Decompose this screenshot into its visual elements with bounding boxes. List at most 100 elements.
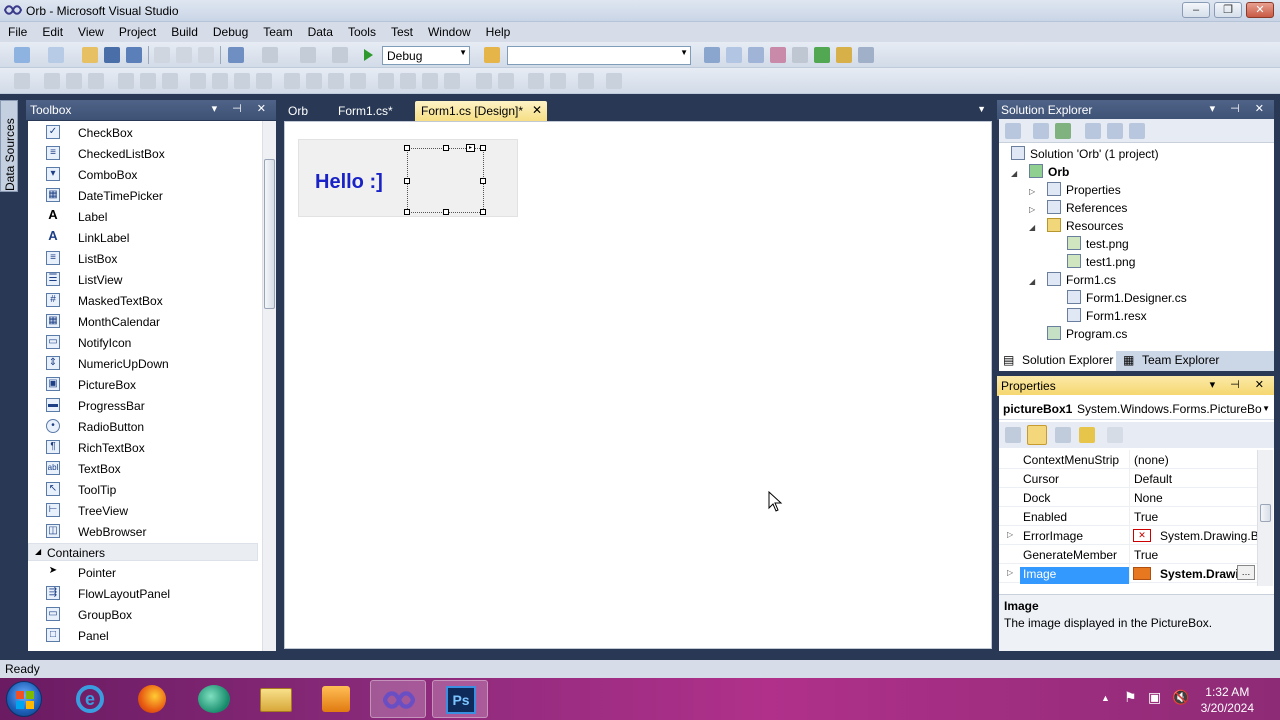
volume-muted-icon[interactable]: 🔇 — [1172, 689, 1189, 706]
tab-form1-design[interactable]: Form1.cs [Design]* ✕ — [415, 101, 547, 121]
menu-window[interactable]: Window — [420, 22, 478, 39]
increase-horizontal-spacing-icon[interactable] — [306, 73, 322, 89]
properties-scroll-thumb[interactable] — [1260, 504, 1271, 522]
show-all-files-icon[interactable] — [1033, 123, 1049, 139]
menu-help[interactable]: Help — [478, 22, 518, 39]
collapse-triangle-icon[interactable]: ▷ — [1029, 205, 1035, 214]
center-horizontally-icon[interactable] — [476, 73, 492, 89]
tools-icon[interactable] — [792, 47, 808, 63]
prop-row-enabled[interactable]: Enabled True — [999, 507, 1257, 526]
decrease-horizontal-spacing-icon[interactable] — [328, 73, 344, 89]
toolbox-scrollbar[interactable] — [262, 121, 276, 651]
tree-project-orb[interactable]: Orb — [1029, 164, 1069, 182]
show-hidden-icons-icon[interactable]: ▲ — [1101, 693, 1110, 703]
remove-vertical-spacing-icon[interactable] — [444, 73, 460, 89]
categorized-icon[interactable] — [1005, 427, 1021, 443]
toolbox-item-webbrowser[interactable]: ◫ WebBrowser — [28, 521, 262, 542]
resize-handle[interactable] — [480, 209, 486, 215]
taskbar-firefox[interactable] — [124, 680, 180, 718]
prop-row-image[interactable]: ▷ Image System.Drawi … — [999, 564, 1257, 584]
resize-handle[interactable] — [404, 209, 410, 215]
toolbox-item-richtextbox[interactable]: ¶ RichTextBox — [28, 437, 262, 458]
tab-form1-cs[interactable]: Form1.cs* — [332, 101, 399, 121]
navigate-back-icon[interactable] — [300, 47, 316, 63]
toolbox-item-picturebox[interactable]: ▣ PictureBox — [28, 374, 262, 395]
menu-team[interactable]: Team — [255, 22, 299, 39]
toolbox-item-datetimepicker[interactable]: ▦ DateTimePicker — [28, 185, 262, 206]
prop-row-dock[interactable]: Dock None — [999, 488, 1257, 507]
bring-to-front-icon[interactable] — [528, 73, 544, 89]
expand-triangle-icon[interactable]: ◢ — [1029, 277, 1035, 286]
taskbar-internet-explorer[interactable]: e — [62, 680, 118, 718]
object-selector[interactable]: pictureBox1 System.Windows.Forms.Picture… — [999, 398, 1274, 420]
copy-icon[interactable] — [176, 47, 192, 63]
taskbar-chat-app[interactable] — [186, 680, 242, 718]
toolbox-item-checkbox[interactable]: ✓ CheckBox — [28, 122, 262, 143]
menu-debug[interactable]: Debug — [205, 22, 255, 39]
taskbar-visual-studio[interactable] — [370, 680, 426, 718]
toolbox-item-listbox[interactable]: ≡ ListBox — [28, 248, 262, 269]
tab-list-dropdown-icon[interactable]: ▼ — [977, 104, 986, 114]
solution-configuration-select[interactable]: Debug ▼ — [382, 46, 470, 65]
save-icon[interactable] — [104, 47, 120, 63]
toolbox-item-checkedlistbox[interactable]: ≡ CheckedListBox — [28, 143, 262, 164]
view-code-icon[interactable] — [1085, 123, 1101, 139]
navigate-forward-icon[interactable] — [332, 47, 348, 63]
menu-edit[interactable]: Edit — [34, 22, 70, 39]
picturebox-control[interactable]: ▸ — [404, 144, 486, 215]
undo-icon[interactable] — [228, 47, 244, 63]
property-pages-icon[interactable] — [1107, 427, 1123, 443]
save-all-icon[interactable] — [126, 47, 142, 63]
expand-triangle-icon[interactable]: ▷ — [1007, 530, 1013, 539]
properties-panel-controls[interactable]: ▾ ⊣ ✕ — [1210, 378, 1270, 391]
align-middles-icon[interactable] — [140, 73, 156, 89]
send-to-back-icon[interactable] — [550, 73, 566, 89]
hello-label[interactable]: Hello :] — [315, 171, 383, 194]
toolbox-item-progressbar[interactable]: ▬ ProgressBar — [28, 395, 262, 416]
redo-icon[interactable] — [262, 47, 278, 63]
extensions-icon[interactable] — [836, 47, 852, 63]
find-combo[interactable]: ▼ — [507, 46, 691, 65]
make-same-width-icon[interactable] — [190, 73, 206, 89]
taskbar-file-explorer[interactable] — [248, 680, 304, 718]
refresh-icon[interactable] — [1055, 123, 1071, 139]
collapse-triangle-icon[interactable]: ▷ — [1029, 187, 1035, 196]
toolbox-item-flowlayoutpanel[interactable]: ⇶ FlowLayoutPanel — [28, 583, 262, 604]
browse-ellipsis-button[interactable]: … — [1237, 565, 1255, 580]
decrease-vertical-spacing-icon[interactable] — [422, 73, 438, 89]
start-button[interactable] — [6, 681, 42, 717]
menu-project[interactable]: Project — [111, 22, 163, 39]
properties-scrollbar[interactable] — [1257, 450, 1273, 586]
toolbox-panel-controls[interactable]: ▾ ⊣ ✕ — [212, 102, 272, 115]
close-button[interactable]: ✕ — [1246, 2, 1274, 18]
object-browser-icon[interactable] — [748, 47, 764, 63]
center-vertically-icon[interactable] — [498, 73, 514, 89]
toolbox-scroll-thumb[interactable] — [264, 159, 275, 309]
size-to-grid-icon[interactable] — [256, 73, 272, 89]
toolbox-item-textbox[interactable]: abl TextBox — [28, 458, 262, 479]
lock-controls-icon[interactable] — [606, 73, 622, 89]
resize-handle[interactable] — [404, 178, 410, 184]
toolbox-item-label[interactable]: A Label — [28, 206, 262, 227]
toolbox-item-combobox[interactable]: ▾ ComboBox — [28, 164, 262, 185]
expand-triangle-icon[interactable]: ▷ — [1007, 568, 1013, 577]
resize-handle[interactable] — [480, 178, 486, 184]
tree-test1-png[interactable]: test1.png — [1067, 254, 1135, 272]
action-center-flag-icon[interactable]: ⚑ — [1124, 689, 1137, 706]
toolbox-item-radiobutton[interactable]: • RadioButton — [28, 416, 262, 437]
toolbox-icon[interactable] — [770, 47, 786, 63]
prop-row-errorimage[interactable]: ▷ ErrorImage ✕ System.Drawing.B — [999, 526, 1257, 545]
align-lefts-icon[interactable] — [44, 73, 60, 89]
tab-order-icon[interactable] — [578, 73, 594, 89]
make-same-size-icon[interactable] — [234, 73, 250, 89]
properties-view-icon[interactable] — [1055, 427, 1071, 443]
make-same-height-icon[interactable] — [212, 73, 228, 89]
start-page-icon[interactable] — [814, 47, 830, 63]
toolbox-item-notifyicon[interactable]: ▭ NotifyIcon — [28, 332, 262, 353]
tree-form1-cs[interactable]: Form1.cs — [1047, 272, 1116, 290]
increase-vertical-spacing-icon[interactable] — [400, 73, 416, 89]
menu-data[interactable]: Data — [300, 22, 340, 39]
tree-test-png[interactable]: test.png — [1067, 236, 1129, 254]
expand-triangle-icon[interactable]: ◢ — [1011, 169, 1017, 178]
prop-row-generatemember[interactable]: GenerateMember True — [999, 545, 1257, 564]
